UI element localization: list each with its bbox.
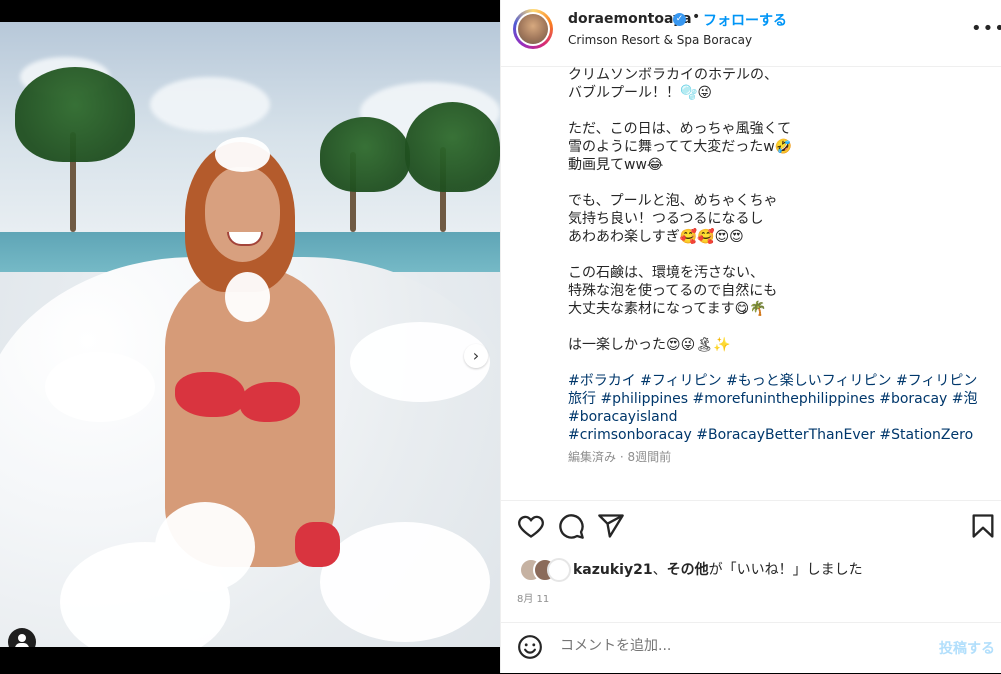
hashtag-line[interactable]: 旅行 #philippines #morefuninthephilippines… [568, 390, 978, 408]
like-button[interactable] [517, 512, 545, 540]
caption-line: でも、プールと泡、めちゃくちゃ [568, 193, 778, 209]
save-button[interactable] [969, 512, 997, 540]
likes-others-link[interactable]: その他 [667, 562, 709, 578]
chevron-right-icon: › [472, 346, 480, 365]
comment-input[interactable] [558, 637, 922, 655]
more-icon[interactable]: ••• [971, 18, 1001, 39]
palm-tree [405, 102, 500, 192]
hashtag-line[interactable]: #crimsonboracay #BoracayBetterThanEver #… [568, 426, 978, 444]
hashtag-line[interactable]: #boracayisland [568, 408, 978, 426]
user-tag-icon [18, 634, 26, 642]
caption-line: この石鹸は、環境を汚さない、 [568, 265, 764, 281]
caption-line: 動画見てww😂 [568, 157, 664, 173]
share-icon [598, 514, 624, 538]
emoji-icon [518, 635, 542, 659]
post-media[interactable]: › [0, 22, 500, 647]
avatar[interactable] [513, 9, 553, 49]
foam-bubble [45, 352, 155, 422]
post-header: doraemontoaya ✓ • フォローする Crimson Resort … [501, 0, 1001, 67]
woman-in-bikini [145, 137, 355, 612]
comment-button[interactable] [557, 512, 585, 540]
likes-summary: kazukiy21、その他が「いいね！」しました [517, 555, 997, 582]
caption-line: あわあわ楽しすぎ🥰🥰😍😍 [568, 229, 744, 245]
verified-icon: ✓ [673, 13, 686, 26]
avatar [547, 558, 571, 582]
likes-text: kazukiy21、その他が「いいね！」しました [573, 562, 863, 578]
heart-icon [518, 515, 544, 538]
location-link[interactable]: Crimson Resort & Spa Boracay [568, 33, 752, 47]
caption-line: バブルプール！！🫧😜 [568, 85, 713, 101]
comment-icon [559, 514, 584, 539]
caption: クリムソンボラカイのホテルの、 バブルプール！！🫧😜 ただ、この日は、めっちゃ風… [568, 66, 978, 481]
caption-line: 特殊な泡を使ってるので自然にも [568, 283, 778, 299]
hashtag-line[interactable]: #ボラカイ #フィリピン #もっと楽しいフィリピン #フィリピン [568, 372, 978, 390]
caption-line: クリムソンボラカイのホテルの、 [568, 67, 778, 83]
emoji-button[interactable] [517, 634, 543, 660]
post-details-panel: doraemontoaya ✓ • フォローする Crimson Resort … [500, 0, 1001, 673]
follow-button[interactable]: フォローする [703, 10, 787, 30]
palm-tree [15, 67, 135, 162]
post-comment-button[interactable]: 投稿する [939, 638, 995, 658]
caption-line: 雪のように舞ってて大変だったw🤣 [568, 139, 793, 155]
caption-line: 大丈夫な素材になってます😋🌴 [568, 301, 767, 317]
liker-username[interactable]: kazukiy21 [573, 562, 653, 578]
separator: • [692, 9, 701, 25]
cloud [150, 77, 270, 132]
post-date: 8月 11 [517, 594, 550, 605]
liker-avatars [519, 558, 579, 582]
post-modal: › doraemontoaya ✓ • フォローする Crimson Resor… [0, 0, 1001, 673]
caption-line: 気持ち良い！つるつるになるし [568, 211, 764, 227]
caption-line: ただ、この日は、めっちゃ風強くて [568, 121, 792, 137]
bookmark-icon [972, 514, 994, 538]
share-button[interactable] [597, 512, 625, 540]
next-slide-button[interactable]: › [464, 344, 488, 368]
edited-timestamp: 編集済み · 8週間前 [568, 450, 672, 464]
caption-line: は一楽しかった😍😜🏝✨ [568, 337, 731, 353]
